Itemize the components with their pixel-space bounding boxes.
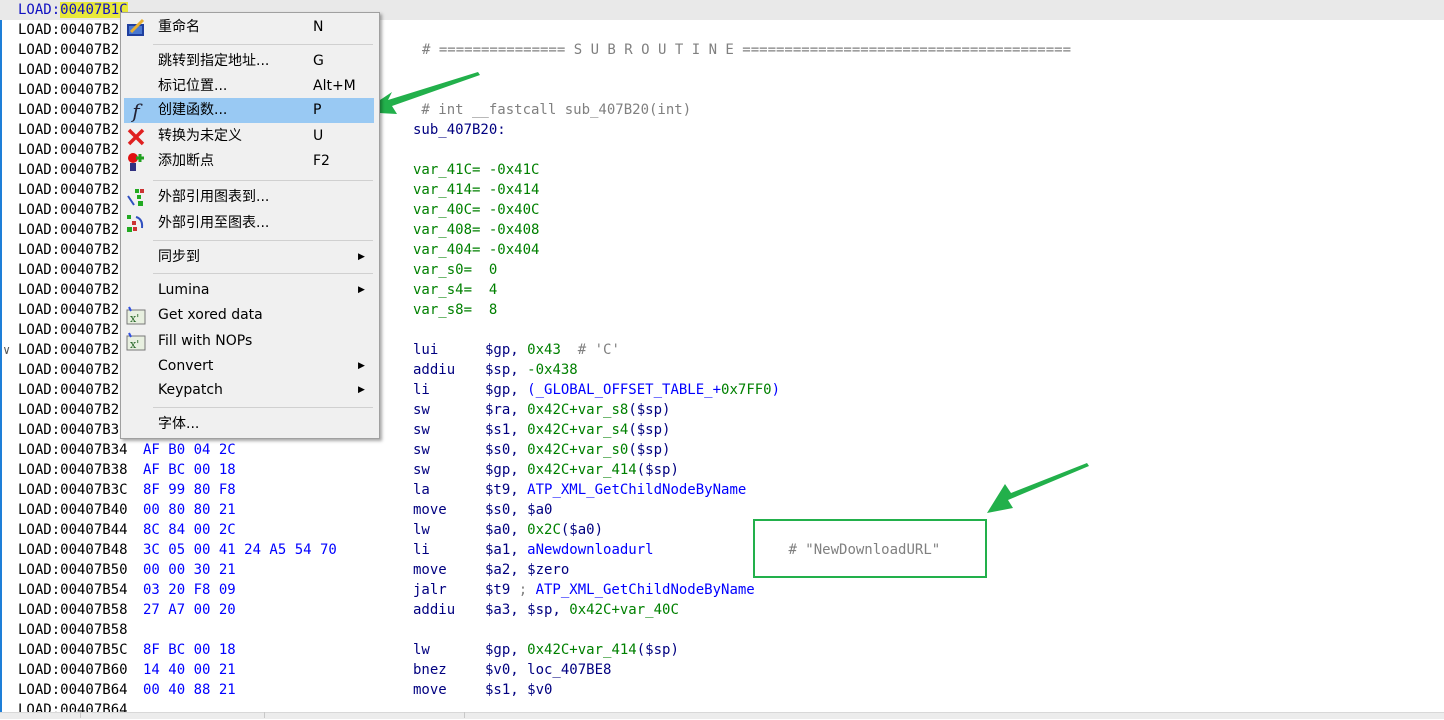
function-icon: f [132, 99, 140, 123]
menu-item-label: 同步到 [158, 249, 200, 265]
submenu-arrow-icon: ▶ [358, 361, 365, 371]
script-plugin-icon: x' [126, 306, 146, 326]
menu-item-3[interactable]: 标记位置... Alt+M [124, 74, 374, 99]
menu-item-16[interactable]: Convert ▶ [124, 354, 374, 379]
menu-item-label: 添加断点 [158, 153, 214, 169]
tab-divider [464, 712, 465, 718]
submenu-arrow-icon: ▶ [358, 385, 365, 395]
menu-item-label: Keypatch [158, 382, 223, 398]
menu-item-label: 标记位置... [158, 78, 228, 94]
menu-item-label: 外部引用图表到... [158, 189, 270, 205]
svg-text:x': x' [130, 338, 139, 351]
menu-item-11[interactable]: 同步到 ▶ [124, 245, 374, 270]
menu-separator [153, 180, 373, 181]
tab-divider [80, 712, 81, 718]
context-menu[interactable]: 重命名 N 跳转到指定地址... G 标记位置... Alt+M f 创建函数... P 转换为未… [120, 12, 380, 439]
menu-item-15[interactable]: x' Fill with NOPs [124, 329, 374, 354]
menu-item-label: Convert [158, 358, 214, 374]
menu-item-label: 重命名 [158, 19, 200, 35]
menu-item-shortcut: P [313, 102, 322, 118]
menu-separator [153, 407, 373, 408]
menu-item-label: Fill with NOPs [158, 333, 253, 349]
breakpoint-icon [126, 152, 146, 172]
menu-item-5[interactable]: 转换为未定义 U [124, 124, 374, 149]
script-plugin-icon: x' [126, 332, 146, 352]
menu-item-label: Lumina [158, 282, 210, 298]
svg-text:x': x' [130, 312, 139, 325]
menu-item-19[interactable]: 字体... [124, 412, 374, 437]
menu-item-label: 转换为未定义 [158, 128, 242, 144]
menu-item-shortcut: Alt+M [313, 78, 356, 94]
menu-item-shortcut: U [313, 128, 324, 144]
menu-item-shortcut: G [313, 53, 324, 69]
menu-item-17[interactable]: Keypatch ▶ [124, 378, 374, 403]
menu-item-label: Get xored data [158, 307, 263, 323]
menu-item-13[interactable]: Lumina ▶ [124, 278, 374, 303]
menu-item-4[interactable]: f 创建函数... P [124, 98, 374, 123]
submenu-arrow-icon: ▶ [358, 252, 365, 262]
menu-separator [153, 273, 373, 274]
menu-item-label: 跳转到指定地址... [158, 53, 270, 69]
menu-item-shortcut: F2 [313, 153, 330, 169]
menu-item-0[interactable]: 重命名 N [124, 15, 374, 40]
menu-item-label: 外部引用至图表... [158, 215, 270, 231]
menu-item-6[interactable]: 添加断点 F2 [124, 149, 374, 174]
xref-graph-from-icon [126, 214, 146, 234]
menu-separator [153, 240, 373, 241]
rename-icon [126, 18, 146, 38]
menu-item-14[interactable]: x' Get xored data [124, 303, 374, 328]
menu-item-8[interactable]: 外部引用图表到... [124, 185, 374, 210]
menu-item-2[interactable]: 跳转到指定地址... G [124, 49, 374, 74]
submenu-arrow-icon: ▶ [358, 285, 365, 295]
menu-item-shortcut: N [313, 19, 324, 35]
tab-divider [264, 712, 265, 718]
menu-item-9[interactable]: 外部引用至图表... [124, 211, 374, 236]
xref-graph-to-icon [126, 188, 146, 208]
arrow-to-string-comment [987, 463, 1089, 513]
menu-item-label: 创建函数... [158, 102, 228, 118]
menu-item-label: 字体... [158, 416, 200, 432]
menu-separator [153, 44, 373, 45]
undefine-x-icon [126, 127, 146, 147]
